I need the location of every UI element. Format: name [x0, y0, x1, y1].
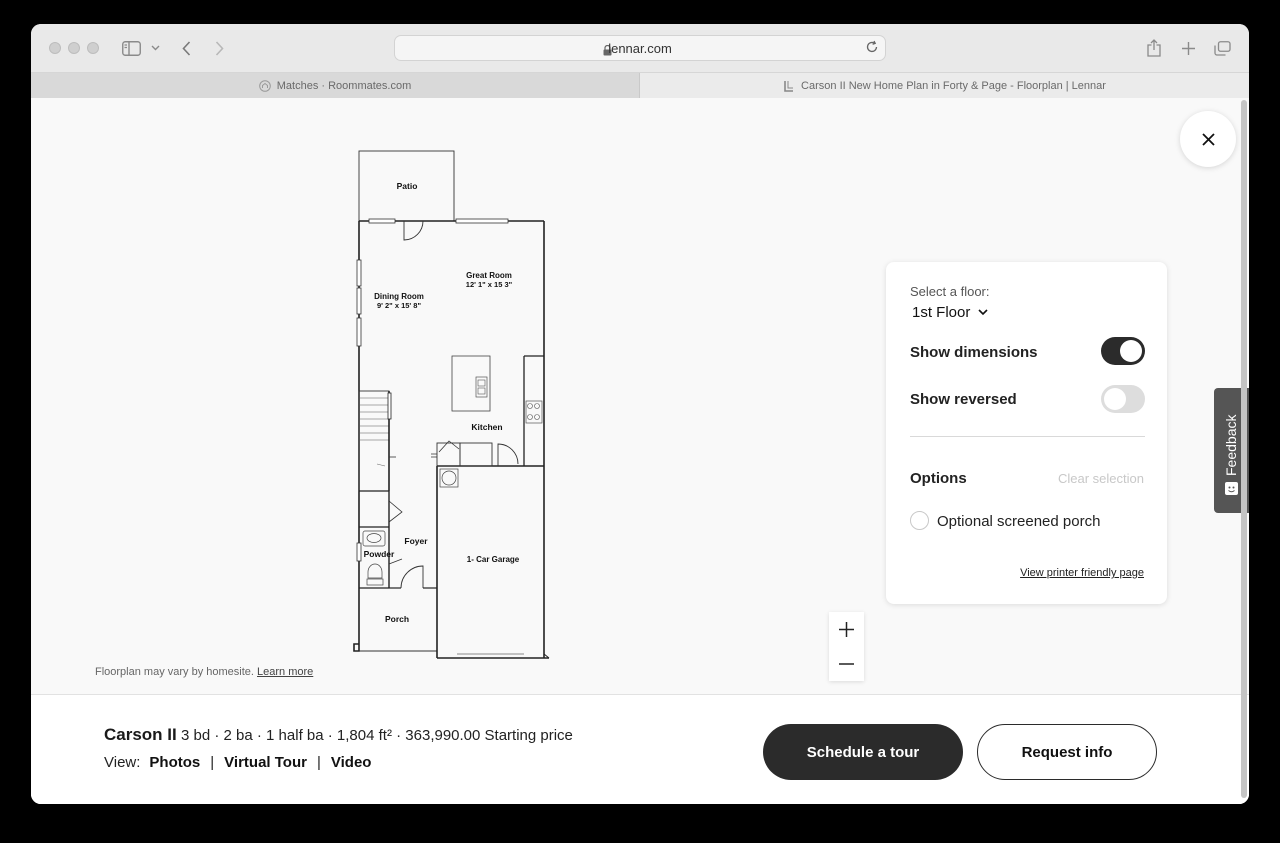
floorplan-modal: Patio Great Room 12' 1" x 15 3" Dining R…: [31, 98, 1249, 804]
virtual-tour-link[interactable]: Virtual Tour: [224, 754, 307, 771]
show-reversed-toggle[interactable]: [1101, 385, 1145, 413]
tab-lennar[interactable]: Carson II New Home Plan in Forty & Page …: [640, 73, 1249, 98]
toggle-knob: [1120, 340, 1142, 362]
separator: |: [316, 754, 321, 771]
room-label-dining-room: Dining Room: [374, 292, 424, 301]
close-window-button[interactable]: [49, 42, 61, 54]
feedback-icon: [1225, 482, 1238, 495]
video-link[interactable]: Video: [331, 754, 372, 771]
schedule-tour-button[interactable]: Schedule a tour: [763, 724, 963, 780]
room-label-porch: Porch: [385, 614, 409, 624]
close-modal-button[interactable]: [1180, 111, 1236, 167]
tab-roommates[interactable]: Matches · Roommates.com: [31, 73, 640, 98]
url-text: lennar.com: [608, 41, 672, 56]
room-label-foyer: Foyer: [404, 536, 428, 546]
show-dimensions-toggle[interactable]: [1101, 337, 1145, 365]
room-label-powder: Powder: [364, 549, 395, 559]
roommates-favicon-icon: [258, 79, 271, 92]
tab-overview-icon[interactable]: [1212, 36, 1232, 60]
minus-icon: [839, 663, 854, 665]
floor-options-panel: Select a floor: 1st Floor Show dimension…: [886, 262, 1167, 604]
disclaimer-text: Floorplan may vary by homesite.: [95, 666, 254, 678]
view-links: View: Photos | Virtual Tour | Video: [104, 754, 371, 771]
home-name: Carson II: [104, 725, 177, 744]
forward-icon[interactable]: [210, 36, 228, 60]
share-icon[interactable]: [1144, 36, 1164, 60]
show-reversed-label: Show reversed: [910, 391, 1017, 408]
sidebar-toggle-icon[interactable]: [120, 36, 142, 60]
address-bar[interactable]: lennar.com: [394, 35, 886, 61]
plus-icon: [839, 621, 854, 637]
zoom-controls: [829, 612, 864, 681]
zoom-out-button[interactable]: [829, 647, 864, 681]
room-label-great-room: Great Room: [466, 271, 512, 280]
minimize-window-button[interactable]: [68, 42, 80, 54]
lennar-favicon-icon: [783, 80, 795, 92]
title-bar: lennar.com: [31, 24, 1249, 72]
scrollbar[interactable]: [1241, 100, 1247, 798]
optional-screened-porch-label[interactable]: Optional screened porch: [937, 513, 1100, 530]
reload-icon[interactable]: [865, 40, 879, 59]
tab-bar: Matches · Roommates.com Carson II New Ho…: [31, 72, 1249, 98]
tab-title: Matches · Roommates.com: [276, 79, 412, 92]
zoom-in-button[interactable]: [829, 612, 864, 646]
panel-divider: [910, 436, 1145, 437]
clear-selection-button[interactable]: Clear selection: [1058, 471, 1144, 486]
home-summary-bar: Carson II 3 bd · 2 ba · 1 half ba · 1,80…: [31, 694, 1249, 804]
chevron-down-icon: [978, 309, 988, 316]
floor-select-dropdown[interactable]: 1st Floor: [912, 304, 988, 321]
floorplan-svg: Patio Great Room 12' 1" x 15 3" Dining R…: [353, 150, 550, 659]
tab-title: Carson II New Home Plan in Forty & Page …: [801, 79, 1106, 92]
close-icon: [1201, 132, 1215, 146]
optional-screened-porch-radio[interactable]: [910, 511, 929, 530]
request-info-button[interactable]: Request info: [977, 724, 1157, 780]
zoom-window-button[interactable]: [87, 42, 99, 54]
home-specs: 3 bd · 2 ba · 1 half ba · 1,804 ft² · 36…: [181, 727, 573, 744]
room-label-kitchen: Kitchen: [471, 422, 502, 432]
selected-floor: 1st Floor: [912, 304, 971, 321]
back-icon[interactable]: [177, 36, 195, 60]
room-label-garage: 1- Car Garage: [467, 555, 520, 564]
floorplan-drawing[interactable]: Patio Great Room 12' 1" x 15 3" Dining R…: [349, 146, 559, 666]
new-tab-icon[interactable]: [1178, 36, 1198, 60]
toggle-knob: [1104, 388, 1126, 410]
floorplan-disclaimer: Floorplan may vary by homesite. Learn mo…: [95, 666, 313, 678]
room-dim-great-room: 12' 1" x 15 3": [466, 280, 513, 289]
separator: |: [210, 754, 215, 771]
photos-link[interactable]: Photos: [149, 754, 200, 771]
browser-window: lennar.com Matches · Roommates.com Carso: [31, 24, 1249, 804]
printer-friendly-link[interactable]: View printer friendly page: [1020, 567, 1144, 579]
chevron-down-icon[interactable]: [148, 36, 162, 60]
learn-more-link[interactable]: Learn more: [257, 666, 313, 678]
options-title: Options: [910, 470, 967, 487]
view-label: View:: [104, 754, 141, 771]
show-dimensions-label: Show dimensions: [910, 344, 1038, 361]
feedback-label: Feedback: [1223, 414, 1239, 476]
room-label-patio: Patio: [397, 181, 418, 191]
room-dim-dining-room: 9' 2" x 15' 8": [377, 301, 421, 310]
select-floor-label: Select a floor:: [910, 284, 990, 299]
